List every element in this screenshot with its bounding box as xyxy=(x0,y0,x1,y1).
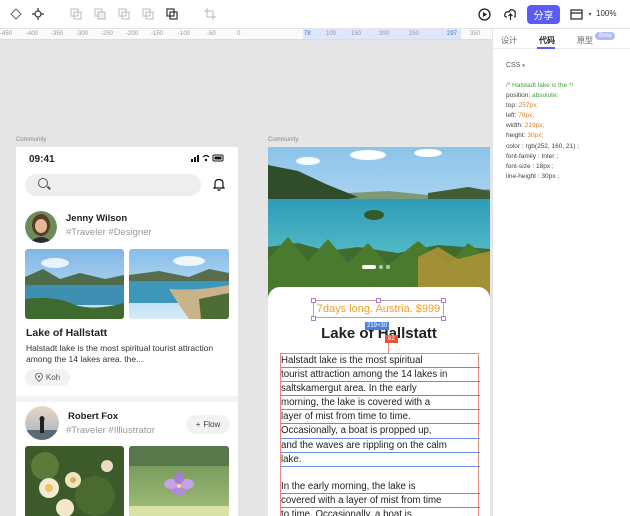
ruler-tick: -150 xyxy=(151,31,164,37)
upload-icon[interactable] xyxy=(502,6,518,22)
ruler-tick: 200 xyxy=(379,31,390,37)
signal-wifi-battery-icon xyxy=(191,154,224,162)
copy-layers-icon[interactable] xyxy=(140,6,156,22)
ruler-tick: 100 xyxy=(326,31,337,37)
code-line: color : rgb(252, 160, 21) ; xyxy=(506,142,579,150)
copy-icon[interactable] xyxy=(68,6,84,22)
code-comment: /* Halstadt lake is the */ xyxy=(506,82,574,89)
selection-handle[interactable] xyxy=(441,316,446,321)
spacing-guide xyxy=(388,343,389,353)
ruler-tick: -450 xyxy=(0,31,13,37)
chevron-down-icon: ▾ xyxy=(522,63,525,69)
post-description: Halstadt lake is the most spiritual tour… xyxy=(26,343,214,364)
ruler-tick: -400 xyxy=(26,31,39,37)
move-icon[interactable] xyxy=(30,6,46,22)
community-frame-left[interactable]: 09:41 Jenny Wilson #Traveler #Designer L… xyxy=(16,147,238,516)
bell-icon[interactable] xyxy=(212,178,226,194)
follow-label: Flow xyxy=(203,420,221,429)
beta-badge: Beta xyxy=(595,32,616,40)
community-frame-right[interactable]: 7days long. Austria. $999 Lake of Hallst… xyxy=(268,147,490,516)
ruler-tick: 350 xyxy=(470,31,481,37)
inspector-panel: 设计 代码 原型 Beta CSS ▾ /* Halstadt lake is … xyxy=(492,29,630,516)
zoom-level[interactable]: 100% xyxy=(596,9,616,18)
post-photo[interactable] xyxy=(129,249,229,319)
status-time: 09:41 xyxy=(29,154,55,165)
selection-handle[interactable] xyxy=(311,316,316,321)
top-toolbar: 分享 ▾ 100% xyxy=(0,0,630,29)
user-tags: #Traveler #Illlustrator xyxy=(66,425,155,436)
code-line: position: absolute; xyxy=(506,92,559,100)
play-icon[interactable] xyxy=(476,6,492,22)
carousel-indicator[interactable] xyxy=(362,265,390,269)
follow-button[interactable]: + Flow xyxy=(186,415,230,434)
frame-label-right[interactable]: Community xyxy=(268,137,298,143)
tab-code[interactable]: 代码 xyxy=(539,35,555,46)
paragraph: In the early morning, the lake is covere… xyxy=(281,480,480,516)
ruler-tick: 250 xyxy=(409,31,420,37)
horizontal-ruler: -450 -400 -350 -300 -250 -200 -150 -100 … xyxy=(0,29,492,40)
share-button[interactable]: 分享 xyxy=(527,5,560,24)
ruler-tick-selected-end: 297 xyxy=(447,31,458,37)
user-name[interactable]: Robert Fox xyxy=(68,411,118,422)
code-line: font-family : Inter ; xyxy=(506,152,559,160)
language-label: CSS xyxy=(506,62,521,69)
crop-icon[interactable] xyxy=(202,6,218,22)
ruler-tick: -50 xyxy=(207,31,216,37)
tab-prototype[interactable]: 原型 xyxy=(577,35,593,46)
copy-alt-icon[interactable] xyxy=(92,6,108,22)
ruler-tick: -300 xyxy=(76,31,89,37)
selection-handle[interactable] xyxy=(441,298,446,303)
location-label: Koh xyxy=(45,373,61,382)
location-pin-icon xyxy=(34,373,43,382)
code-line: width: 219px; xyxy=(506,122,545,130)
search-icon xyxy=(38,178,48,188)
post-photo[interactable] xyxy=(25,446,124,516)
ruler-tick: 0 xyxy=(237,31,241,37)
detail-body-text[interactable]: Halstadt lake is the most spiritual tour… xyxy=(281,354,480,516)
tab-design[interactable]: 设计 xyxy=(501,35,517,46)
code-line: top: 257px; xyxy=(506,102,539,110)
hero-image xyxy=(268,147,490,297)
avatar[interactable] xyxy=(25,211,57,243)
ruler-tick: -100 xyxy=(178,31,191,37)
code-line: left: 78px; xyxy=(506,112,535,120)
group-icon[interactable] xyxy=(164,6,180,22)
css-code-block: /* Halstadt lake is the */ position: abs… xyxy=(506,81,579,182)
language-select[interactable]: CSS ▾ xyxy=(506,62,525,69)
frame-label-left[interactable]: Community xyxy=(16,137,46,143)
status-icons xyxy=(191,154,225,164)
search-input[interactable] xyxy=(25,174,201,196)
copy-stack-icon[interactable] xyxy=(116,6,132,22)
selection-handle[interactable] xyxy=(311,298,316,303)
inspector-tabs: 设计 代码 原型 Beta xyxy=(493,29,630,49)
active-tab-indicator xyxy=(537,47,555,49)
ruler-tick-selected-start: 78 xyxy=(304,31,311,37)
dimension-badge: 219×30 xyxy=(365,322,390,330)
post-photo[interactable] xyxy=(25,249,124,319)
ruler-tick: 150 xyxy=(351,31,362,37)
post-photo[interactable] xyxy=(129,446,229,516)
user-tags: #Traveler #Designer xyxy=(66,227,152,238)
paragraph: Halstadt lake is the most spiritual tour… xyxy=(281,354,480,467)
code-line: line-height : 30px ; xyxy=(506,172,560,180)
plus-icon: + xyxy=(195,420,201,429)
selection-handle[interactable] xyxy=(376,298,381,303)
ruler-tick: -250 xyxy=(101,31,114,37)
post-divider xyxy=(16,396,238,402)
ruler-tick: -350 xyxy=(51,31,64,37)
user-name[interactable]: Jenny Wilson xyxy=(66,213,127,224)
ruler-tick: -200 xyxy=(126,31,139,37)
post-title[interactable]: Lake of Hallstatt xyxy=(26,327,107,339)
location-chip[interactable]: Koh xyxy=(25,369,70,386)
code-line: font-size : 18px ; xyxy=(506,162,554,170)
spacing-badge: 62 xyxy=(385,335,398,343)
code-line: height: 30px; xyxy=(506,132,544,140)
avatar[interactable] xyxy=(25,406,59,440)
hand-icon[interactable] xyxy=(8,6,24,22)
detail-sheet: 7days long. Austria. $999 Lake of Hallst… xyxy=(268,287,490,516)
